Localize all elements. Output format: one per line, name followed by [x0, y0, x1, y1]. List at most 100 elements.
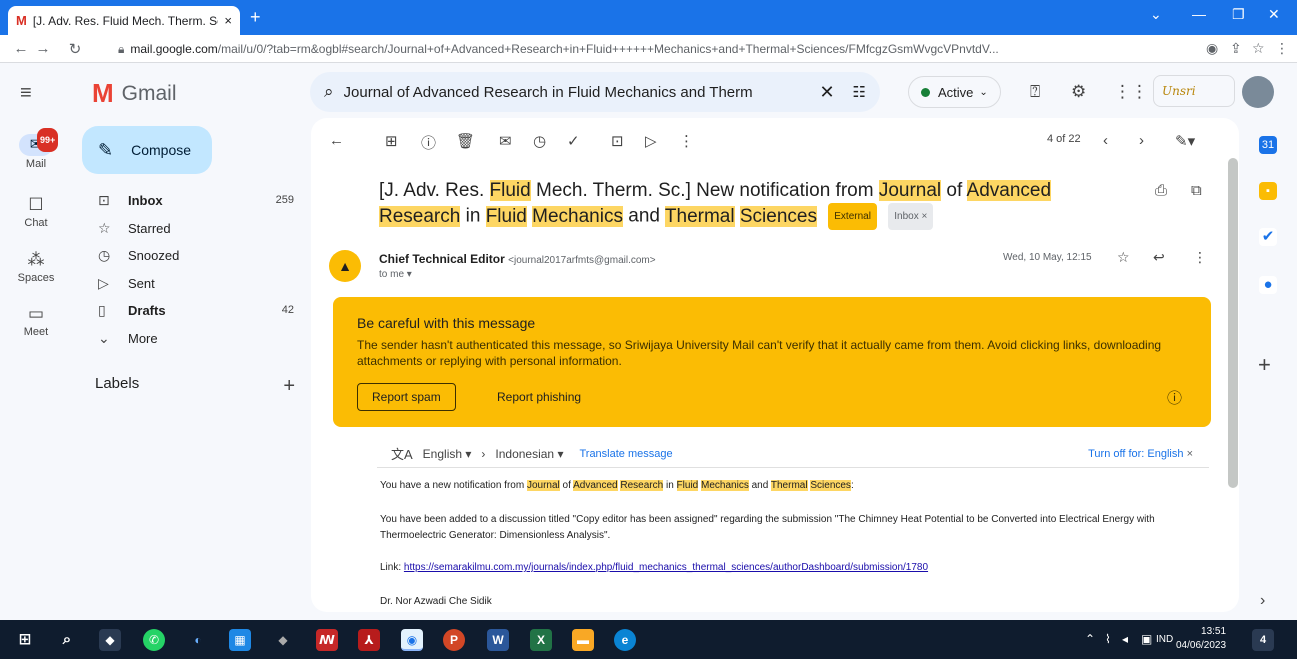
- windows-start-icon[interactable]: ⊞: [14, 629, 36, 651]
- folder-drafts[interactable]: ▯ Drafts 42: [98, 298, 294, 322]
- get-addons-button[interactable]: +: [1258, 352, 1271, 378]
- shield-icon[interactable]: ◆: [99, 629, 121, 651]
- language-indicator[interactable]: IND: [1156, 634, 1173, 645]
- expand-side-panel-icon[interactable]: ›: [1260, 592, 1265, 610]
- folder-inbox[interactable]: ⊡ Inbox 259: [98, 188, 294, 212]
- add-label-button[interactable]: +: [283, 375, 295, 398]
- sender-name[interactable]: Chief Technical Editor: [379, 252, 505, 266]
- more-options-icon[interactable]: ⋮: [679, 132, 694, 150]
- display-icon[interactable]: ▣: [1141, 632, 1152, 646]
- older-chevron-icon[interactable]: ›: [1139, 132, 1144, 149]
- mark-unread-icon[interactable]: ✉: [499, 132, 512, 150]
- excel-icon[interactable]: X: [530, 629, 552, 651]
- report-spam-button[interactable]: Report spam: [357, 383, 456, 411]
- folder-sent[interactable]: ▷ Sent: [98, 271, 294, 295]
- gmail-logo[interactable]: M Gmail: [92, 78, 177, 109]
- taskbar-search-icon[interactable]: ⌕: [56, 629, 78, 651]
- source-language-select[interactable]: English ▾: [423, 447, 472, 461]
- apps-grid-icon[interactable]: ⋮⋮: [1114, 82, 1148, 102]
- label-icon[interactable]: ▷: [645, 132, 657, 150]
- input-tools-icon[interactable]: ✎▾: [1175, 132, 1195, 150]
- file-explorer-icon[interactable]: ▬: [572, 629, 594, 651]
- info-icon[interactable]: ⓘ: [1167, 387, 1182, 408]
- whatsapp-icon[interactable]: ✆: [143, 629, 165, 651]
- wifi-icon[interactable]: ⌇: [1105, 632, 1111, 646]
- word-icon[interactable]: W: [487, 629, 509, 651]
- archive-icon[interactable]: ⊞: [385, 132, 398, 150]
- new-tab-button[interactable]: +: [250, 7, 261, 28]
- star-icon[interactable]: ☆: [1117, 249, 1130, 266]
- search-options-icon[interactable]: ☷: [853, 83, 866, 101]
- turn-off-translation-link[interactable]: Turn off for: English ×: [1088, 448, 1193, 460]
- eye-icon[interactable]: ◉: [1206, 40, 1218, 57]
- powerpoint-icon[interactable]: P: [443, 629, 465, 651]
- system-clock[interactable]: 13:51 04/06/2023: [1176, 625, 1226, 653]
- organization-logo[interactable]: Unsri: [1153, 75, 1235, 107]
- browser-tab[interactable]: M [J. Adv. Res. Fluid Mech. Therm. Sc. ×: [8, 6, 240, 35]
- contacts-icon[interactable]: ●: [1259, 276, 1277, 294]
- account-avatar[interactable]: [1242, 76, 1274, 108]
- paint-icon[interactable]: ◐: [187, 629, 209, 651]
- edge-icon[interactable]: e: [614, 629, 636, 651]
- folder-snoozed[interactable]: ◷ Snoozed: [98, 243, 294, 267]
- share-icon[interactable]: ⇪: [1230, 40, 1242, 57]
- folder-starred[interactable]: ☆ Starred: [98, 216, 294, 240]
- clear-search-icon[interactable]: ✕: [819, 82, 834, 103]
- report-spam-icon[interactable]: ⓘ: [421, 132, 436, 153]
- message-scrollbar[interactable]: [1228, 158, 1238, 488]
- search-icon[interactable]: ⌕: [324, 82, 334, 102]
- rail-mail[interactable]: ✉ 99+ Mail: [0, 128, 72, 170]
- keep-icon[interactable]: ▪: [1259, 182, 1277, 200]
- target-language-select[interactable]: Indonesian ▾: [495, 447, 563, 461]
- reply-icon[interactable]: ↩: [1153, 249, 1165, 266]
- translate-message-link[interactable]: Translate message: [579, 448, 672, 460]
- print-icon[interactable]: ⎙: [1155, 182, 1167, 199]
- windows-taskbar: ⊞ ⌕ ◆ ✆ ◐ ▦ ◆ ꟿ ⅄ ◉ P W X ▬ e ⌃ ⌇ ◂ ▣ IN…: [0, 620, 1297, 659]
- bookmark-star-icon[interactable]: ☆: [1252, 40, 1265, 57]
- maximize-button[interactable]: ❐: [1232, 6, 1245, 23]
- volume-icon[interactable]: ◂: [1122, 632, 1128, 646]
- status-dropdown[interactable]: Active ⌄: [908, 76, 1001, 108]
- back-to-list-icon[interactable]: ←: [329, 132, 344, 149]
- calendar-icon[interactable]: 31: [1259, 136, 1277, 154]
- open-new-window-icon[interactable]: ⧉: [1191, 182, 1202, 199]
- recipients-toggle[interactable]: to me ▾: [379, 269, 412, 280]
- rail-chat[interactable]: ☐ Chat: [0, 195, 72, 229]
- help-icon[interactable]: ⍰: [1030, 82, 1040, 102]
- add-task-icon[interactable]: ✓: [567, 132, 580, 150]
- browser-menu-icon[interactable]: ⋮: [1275, 40, 1289, 57]
- app-icon[interactable]: ◆: [272, 629, 294, 651]
- delete-icon[interactable]: 🗑︎: [456, 132, 475, 150]
- back-icon[interactable]: ←: [10, 40, 32, 57]
- main-menu-icon[interactable]: ≡: [20, 82, 32, 105]
- tray-chevron-icon[interactable]: ⌃: [1085, 632, 1095, 646]
- reload-icon[interactable]: ↻: [64, 40, 86, 58]
- newer-chevron-icon[interactable]: ‹: [1103, 132, 1108, 149]
- minimize-button[interactable]: —: [1192, 6, 1206, 22]
- close-icon[interactable]: ×: [1187, 448, 1193, 460]
- chrome-icon[interactable]: ◉: [401, 629, 423, 651]
- rail-spaces[interactable]: ⁂ Spaces: [0, 250, 72, 284]
- url-field[interactable]: 🔒︎ mail.google.com /mail/u/0/?tab=rm&ogb…: [118, 38, 1198, 60]
- forward-icon[interactable]: →: [32, 40, 54, 57]
- rail-meet[interactable]: ▭ Meet: [0, 304, 72, 338]
- tasks-icon[interactable]: ✔: [1259, 228, 1277, 246]
- tab-search-icon[interactable]: ⌄: [1150, 6, 1162, 23]
- search-bar[interactable]: ⌕ Journal of Advanced Research in Fluid …: [310, 72, 880, 112]
- submission-link[interactable]: https://semarakilmu.com.my/journals/inde…: [404, 562, 928, 573]
- app-red-icon[interactable]: ꟿ: [316, 629, 338, 651]
- notification-center-icon[interactable]: 4: [1252, 629, 1274, 651]
- close-window-button[interactable]: ✕: [1268, 6, 1280, 23]
- snooze-icon[interactable]: ◷: [533, 132, 546, 150]
- report-phishing-button[interactable]: Report phishing: [497, 383, 581, 411]
- tab-close-icon[interactable]: ×: [224, 13, 232, 28]
- inbox-label-chip[interactable]: Inbox ×: [888, 203, 934, 230]
- search-input[interactable]: Journal of Advanced Research in Fluid Me…: [344, 84, 810, 101]
- store-icon[interactable]: ▦: [229, 629, 251, 651]
- settings-gear-icon[interactable]: ⚙: [1071, 82, 1086, 102]
- compose-button[interactable]: ✎ Compose: [82, 126, 212, 174]
- message-more-icon[interactable]: ⋮: [1193, 249, 1207, 266]
- pdf-reader-icon[interactable]: ⅄: [358, 629, 380, 651]
- move-to-icon[interactable]: ⊡: [611, 132, 624, 150]
- folder-more[interactable]: ⌄ More: [98, 326, 294, 350]
